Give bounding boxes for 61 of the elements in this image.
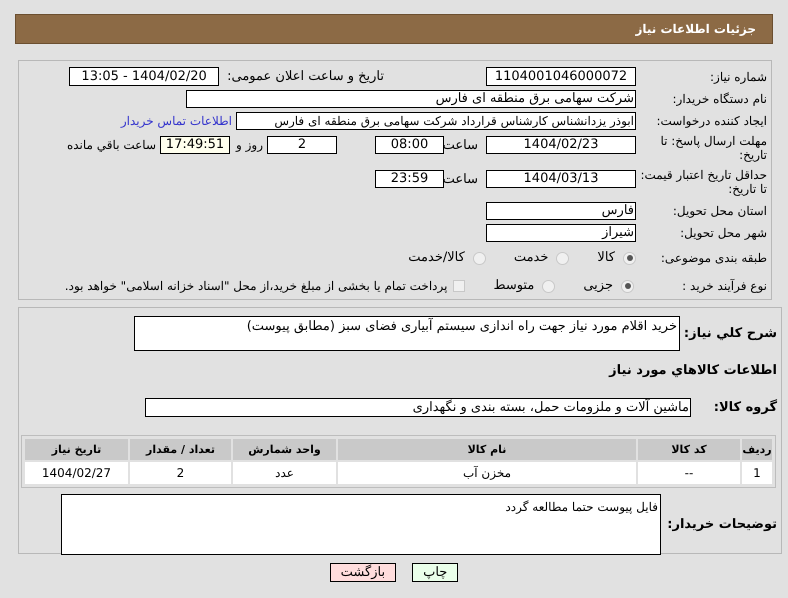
table-cell: 1	[742, 462, 772, 484]
back-button[interactable]: بازگشت	[330, 563, 396, 582]
field-label: ساعت	[444, 171, 478, 189]
field-label: نوع فرآیند خرید :	[681, 279, 767, 293]
column-header: تاریخ نیاز	[25, 439, 128, 460]
input-field[interactable]: 2	[267, 136, 337, 154]
contact-link[interactable]: اطلاعات تماس خریدار	[120, 112, 232, 130]
input-field[interactable]: شرکت سهامی برق منطقه ای فارس	[186, 90, 636, 108]
field-label: ساعت باقي مانده	[66, 137, 156, 154]
radio-label: جزیی	[583, 277, 613, 296]
checkbox[interactable]	[453, 280, 466, 292]
radio-label: متوسط	[493, 277, 534, 296]
column-header: نام کالا	[338, 439, 636, 460]
page-title: جزئیات اطلاعات نیاز	[635, 21, 756, 38]
field-label: ایجاد کننده درخواست:	[655, 114, 767, 128]
section-heading: اطلاعات کالاهاي مورد نياز	[609, 362, 777, 380]
field-label: مهلت ارسال پاسخ: تا تاریخ:	[659, 134, 767, 162]
field-label: نام دستگاه خریدار:	[672, 92, 767, 106]
table-cell: --	[638, 462, 740, 484]
countdown-field: 17:49:51	[160, 136, 230, 154]
field-label: حداقل تاریخ اعتبار قیمت: تا تاریخ:	[639, 168, 767, 196]
radio-button[interactable]	[472, 252, 486, 264]
input-field[interactable]: فارس	[486, 202, 636, 220]
radio-button[interactable]	[556, 252, 570, 264]
input-field[interactable]: 23:59	[375, 170, 444, 188]
field-label: ساعت	[444, 137, 478, 155]
radio-button[interactable]	[542, 280, 556, 292]
radio-label: کالا/خدمت	[408, 249, 465, 268]
table-cell: مخزن آب	[338, 462, 636, 484]
radio-button[interactable]	[623, 252, 636, 264]
table-cell: 2	[130, 462, 231, 484]
field-label: گروه کالا:	[712, 398, 777, 416]
radio-label: خدمت	[514, 249, 548, 268]
input-field[interactable]: 1404/02/20 - 13:05	[69, 67, 220, 86]
input-field[interactable]: ابوذر یزدانشناس کارشناس قرارداد شرکت سهامی برق منطقه ای فارس	[236, 112, 636, 130]
column-header: کد کالا	[638, 439, 740, 460]
radio-label: کالا	[597, 249, 615, 268]
field-label: تاریخ و ساعت اعلان عمومی:	[227, 68, 384, 86]
payment-note: پرداخت تمام یا بخشی از مبلغ خرید،از محل "اسناد خزانه اسلامی" خواهد بود.	[64, 278, 448, 295]
input-field[interactable]: 1404/02/23	[486, 136, 636, 154]
table-cell: عدد	[233, 462, 336, 484]
text-area[interactable]: خرید اقلام مورد نیاز جهت راه اندازی سیستم آبیاری فضای سبز (مطابق پیوست)	[134, 316, 680, 351]
field-label: شرح کلي نياز:	[682, 325, 777, 343]
column-header: واحد شمارش	[233, 439, 336, 460]
table-cell: 1404/02/27	[25, 462, 128, 484]
input-field[interactable]: ماشین آلات و ملزومات حمل، بسته بندی و نگهداری	[145, 398, 691, 417]
input-field[interactable]: 1404/03/13	[486, 170, 636, 188]
input-field[interactable]: شیراز	[486, 224, 636, 242]
input-field[interactable]: 08:00	[375, 136, 444, 154]
field-label: شماره نیاز:	[709, 70, 767, 84]
column-header: ردیف	[742, 439, 772, 460]
input-field[interactable]: 1104001046000072	[486, 67, 636, 86]
field-label: شهر محل تحویل:	[679, 226, 767, 240]
text-area[interactable]: فایل پیوست حتما مطالعه گردد	[61, 494, 661, 555]
field-label: طبقه بندی موضوعی:	[660, 251, 767, 265]
radio-button[interactable]	[621, 280, 634, 292]
field-label: روز و	[236, 137, 263, 154]
field-label: توضیحات خریدار:	[666, 516, 777, 534]
column-header: تعداد / مقدار	[130, 439, 231, 460]
field-label: استان محل تحویل:	[672, 204, 767, 218]
print-button[interactable]: چاپ	[412, 563, 458, 582]
